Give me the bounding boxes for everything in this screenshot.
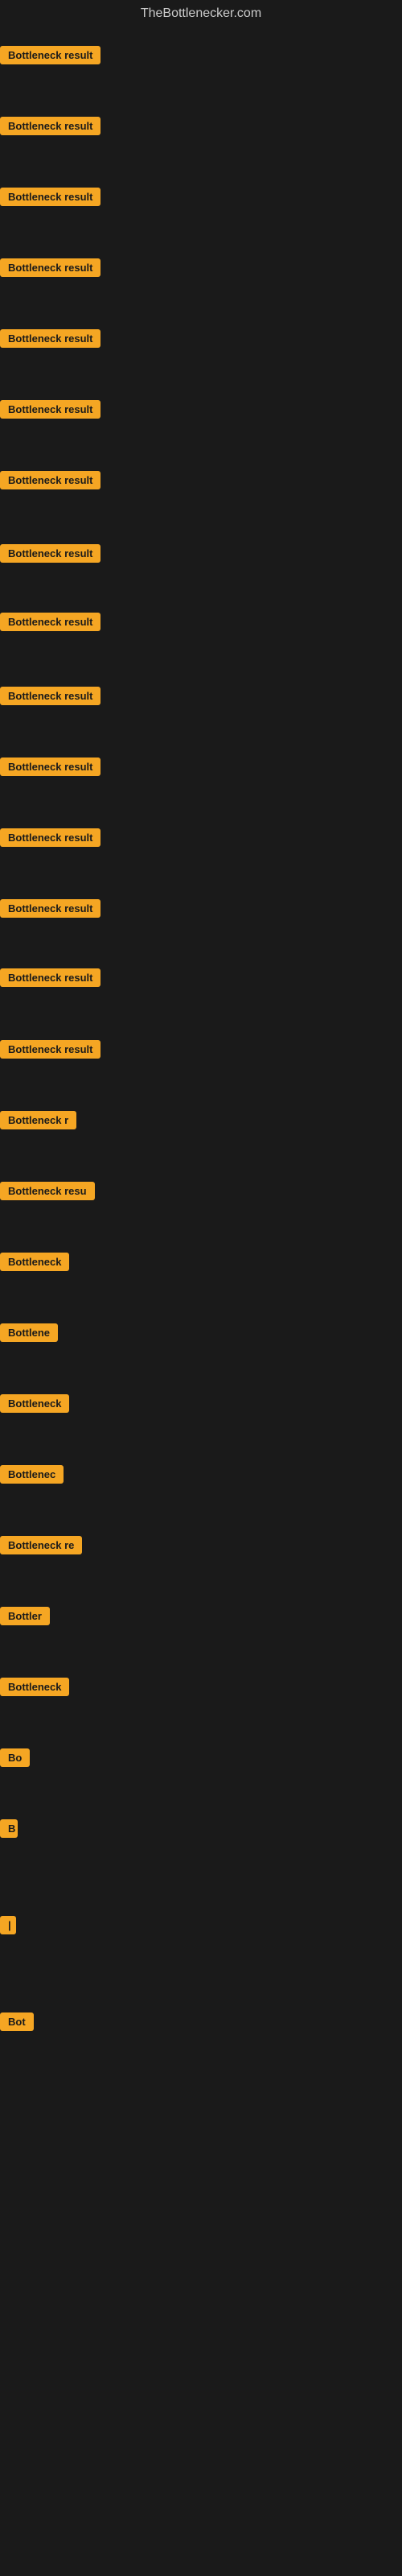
- bottleneck-result-item: Bottleneck result: [0, 258, 100, 281]
- bottleneck-result-item: Bottleneck result: [0, 968, 100, 991]
- bottleneck-result-item: Bottleneck re: [0, 1536, 82, 1558]
- bottleneck-badge: Bottleneck result: [0, 613, 100, 631]
- bottleneck-result-item: Bottleneck result: [0, 828, 100, 851]
- bottleneck-badge: Bottleneck result: [0, 968, 100, 987]
- bottleneck-result-item: Bottleneck result: [0, 758, 100, 780]
- bottleneck-result-item: Bottleneck result: [0, 544, 100, 567]
- bottleneck-badge: Bottleneck result: [0, 329, 100, 348]
- bottleneck-badge: Bottlenec: [0, 1465, 64, 1484]
- bottleneck-badge: Bottleneck result: [0, 400, 100, 419]
- bottleneck-result-item: Bottleneck: [0, 1678, 69, 1700]
- bottleneck-result-item: Bottleneck result: [0, 899, 100, 922]
- bottleneck-result-item: Bottleneck result: [0, 400, 100, 423]
- bottleneck-badge: Bottleneck result: [0, 188, 100, 206]
- bottleneck-badge: B: [0, 1819, 18, 1838]
- bottleneck-result-item: Bottleneck resu: [0, 1182, 95, 1204]
- bottleneck-result-item: Bottler: [0, 1607, 50, 1629]
- bottleneck-result-item: Bottleneck result: [0, 687, 100, 709]
- bottleneck-badge: Bottleneck: [0, 1678, 69, 1696]
- bottleneck-result-item: Bottlenec: [0, 1465, 64, 1488]
- bottleneck-result-item: Bottleneck: [0, 1253, 69, 1275]
- bottleneck-result-item: Bottleneck result: [0, 329, 100, 352]
- bottleneck-badge: Bottler: [0, 1607, 50, 1625]
- bottleneck-badge: |: [0, 1916, 16, 1934]
- bottleneck-badge: Bottleneck: [0, 1394, 69, 1413]
- bottleneck-badge: Bottleneck result: [0, 46, 100, 64]
- bottleneck-result-item: Bottleneck r: [0, 1111, 76, 1133]
- bottleneck-badge: Bottleneck result: [0, 899, 100, 918]
- bottleneck-badge: Bottleneck result: [0, 471, 100, 489]
- bottleneck-badge: Bottleneck result: [0, 758, 100, 776]
- bottleneck-result-item: Bottleneck result: [0, 1040, 100, 1063]
- bottleneck-badge: Bottlene: [0, 1323, 58, 1342]
- bottleneck-badge: Bottleneck result: [0, 828, 100, 847]
- bottleneck-result-item: Bottleneck result: [0, 613, 100, 635]
- bottleneck-badge: Bottleneck resu: [0, 1182, 95, 1200]
- site-title: TheBottlenecker.com: [0, 0, 402, 24]
- bottleneck-badge: Bot: [0, 2013, 34, 2031]
- bottleneck-result-item: B: [0, 1819, 18, 1842]
- bottleneck-result-item: Bottleneck: [0, 1394, 69, 1417]
- bottleneck-result-item: Bo: [0, 1748, 30, 1771]
- bottleneck-result-item: |: [0, 1916, 16, 1938]
- bottleneck-result-item: Bot: [0, 2013, 34, 2035]
- bottleneck-result-item: Bottleneck result: [0, 46, 100, 68]
- bottleneck-badge: Bottleneck result: [0, 544, 100, 563]
- bottleneck-badge: Bottleneck: [0, 1253, 69, 1271]
- bottleneck-badge: Bottleneck r: [0, 1111, 76, 1129]
- bottleneck-result-item: Bottleneck result: [0, 471, 100, 493]
- bottleneck-result-item: Bottleneck result: [0, 117, 100, 139]
- bottleneck-badge: Bottleneck result: [0, 258, 100, 277]
- bottleneck-result-item: Bottleneck result: [0, 188, 100, 210]
- bottleneck-badge: Bottleneck result: [0, 1040, 100, 1059]
- bottleneck-badge: Bottleneck result: [0, 117, 100, 135]
- bottleneck-result-item: Bottlene: [0, 1323, 58, 1346]
- bottleneck-badge: Bottleneck re: [0, 1536, 82, 1554]
- bottleneck-badge: Bo: [0, 1748, 30, 1767]
- bottleneck-badge: Bottleneck result: [0, 687, 100, 705]
